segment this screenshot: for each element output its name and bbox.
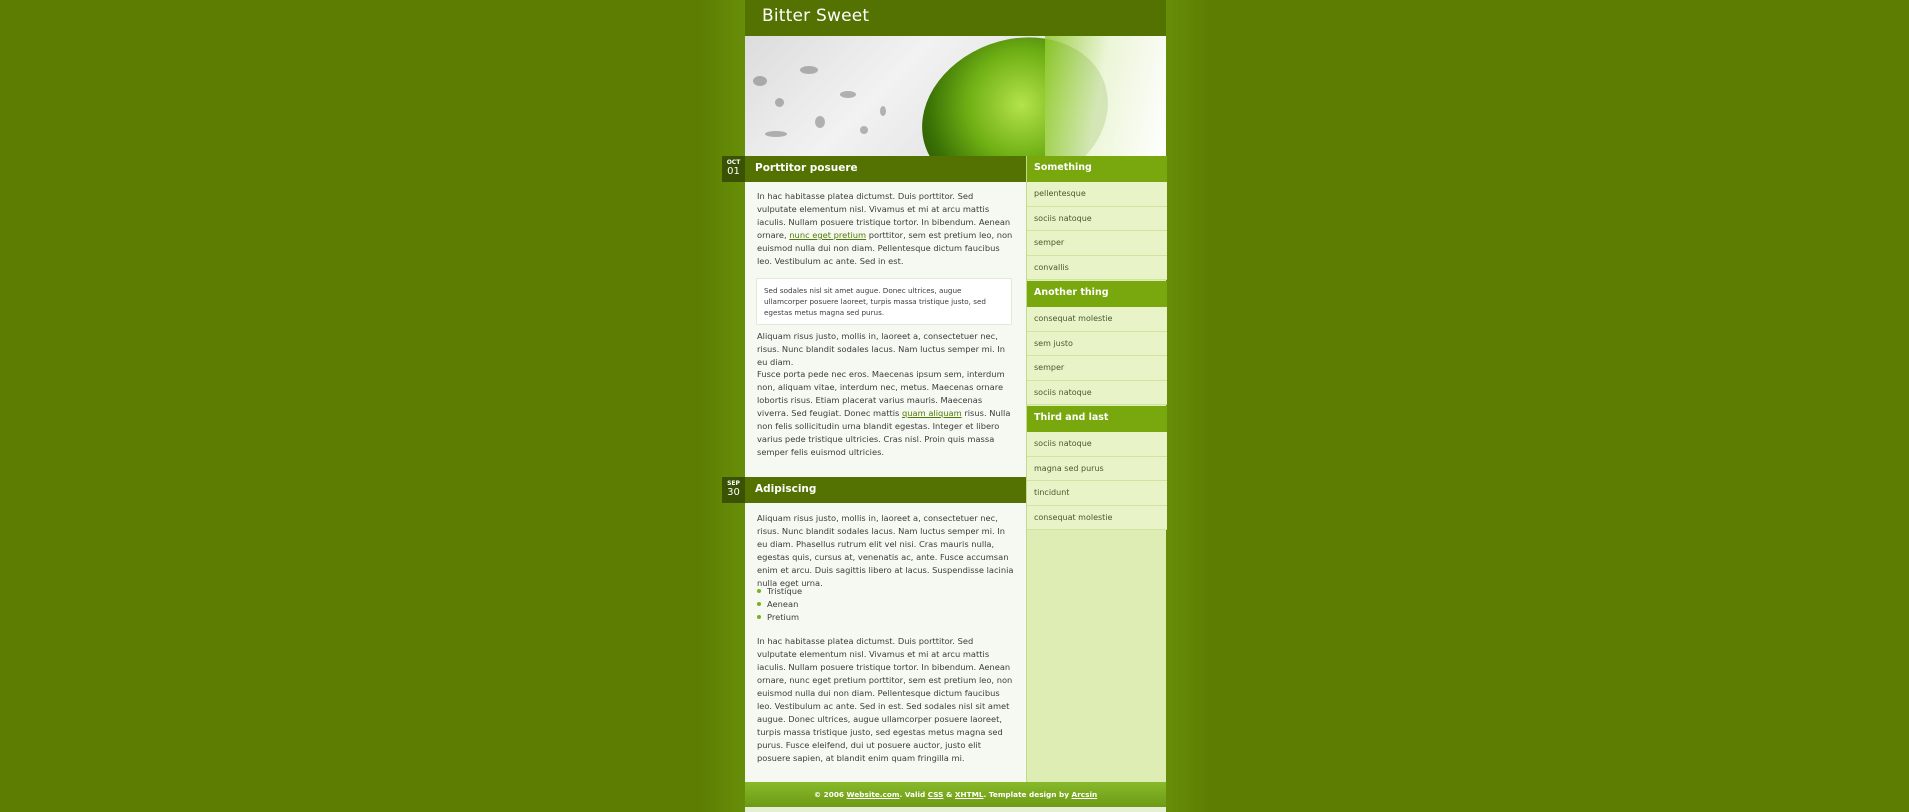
sidebar-heading: Third and last [1027,406,1167,432]
sidebar-link[interactable]: convallis [1027,255,1167,280]
sidebar-link[interactable]: sociis natoque [1027,380,1167,405]
post-header: OCT 01 Porttitor posuere [722,156,1026,182]
post-title[interactable]: Adipiscing [755,483,816,495]
sidebar-link[interactable]: consequat molestie [1027,505,1167,530]
sidebar-heading: Another thing [1027,281,1167,307]
site-header: Bitter Sweet [745,0,1166,36]
inline-link[interactable]: quam aliquam [902,408,962,418]
post-paragraph: Aliquam risus justo, mollis in, laoreet … [757,331,1006,367]
footer-site-link[interactable]: Website.com [847,790,900,799]
sidebar-link[interactable]: semper [1027,231,1167,256]
sidebar-link[interactable]: sociis natoque [1027,206,1167,231]
post-title-bar: Adipiscing [745,477,1026,503]
header-lime-image [745,36,1166,156]
footer-strip [745,807,1166,812]
footer-author-link[interactable]: Arcsin [1072,790,1098,799]
sidebar-heading: Something [1027,156,1167,182]
sidebar-link[interactable]: sociis natoque [1027,432,1167,457]
footer-copyright: © 2006 [813,790,844,799]
date-day: 01 [727,166,740,177]
date-month: SEP [727,480,740,487]
footer-text: . Template design by [983,790,1069,799]
blockquote: Sed sodales nisl sit amet augue. Donec u… [756,278,1012,325]
date-badge: SEP 30 [722,477,745,503]
post-header: SEP 30 Adipiscing [722,477,1026,503]
sidebar-link[interactable]: semper [1027,356,1167,381]
footer-xhtml-link[interactable]: XHTML [955,790,984,799]
sidebar-link[interactable]: pellentesque [1027,182,1167,207]
post-paragraph: In hac habitasse platea dictumst. Duis p… [757,190,1015,268]
post-title[interactable]: Porttitor posuere [755,162,858,174]
list-item: Aenean [757,598,1007,611]
sidebar-link[interactable]: tincidunt [1027,481,1167,506]
post-paragraph: In hac habitasse platea dictumst. Duis p… [757,636,1013,763]
footer-text: & [946,790,953,799]
site-footer: © 2006 Website.com. Valid CSS & XHTML. T… [745,782,1166,807]
footer-text: . Valid [899,790,926,799]
bullet-list: Tristique Aenean Pretium [757,585,1007,624]
date-day: 30 [727,487,740,498]
post-paragraph: Aliquam risus justo, mollis in, laoreet … [757,513,1014,588]
post-paragraph: Fusce porta pede nec eros. Maecenas ipsu… [757,368,1015,459]
list-item: Pretium [757,611,1007,624]
date-month: OCT [726,159,741,166]
list-item: Tristique [757,585,1007,598]
post-title-bar: Porttitor posuere [745,156,1026,182]
date-badge: OCT 01 [722,156,745,182]
inline-link[interactable]: nunc eget pretium [789,230,866,240]
page-container: Bitter Sweet OCT 01 Porttitor posuere In… [722,0,1167,812]
sidebar-link[interactable]: consequat molestie [1027,307,1167,332]
main-content: OCT 01 Porttitor posuere In hac habitass… [722,156,1026,782]
sidebar-link[interactable]: magna sed purus [1027,456,1167,481]
sidebar-link[interactable]: sem justo [1027,331,1167,356]
sidebar: Something pellentesque sociis natoque se… [1026,156,1167,782]
site-title[interactable]: Bitter Sweet [762,6,869,26]
footer-css-link[interactable]: CSS [928,790,944,799]
